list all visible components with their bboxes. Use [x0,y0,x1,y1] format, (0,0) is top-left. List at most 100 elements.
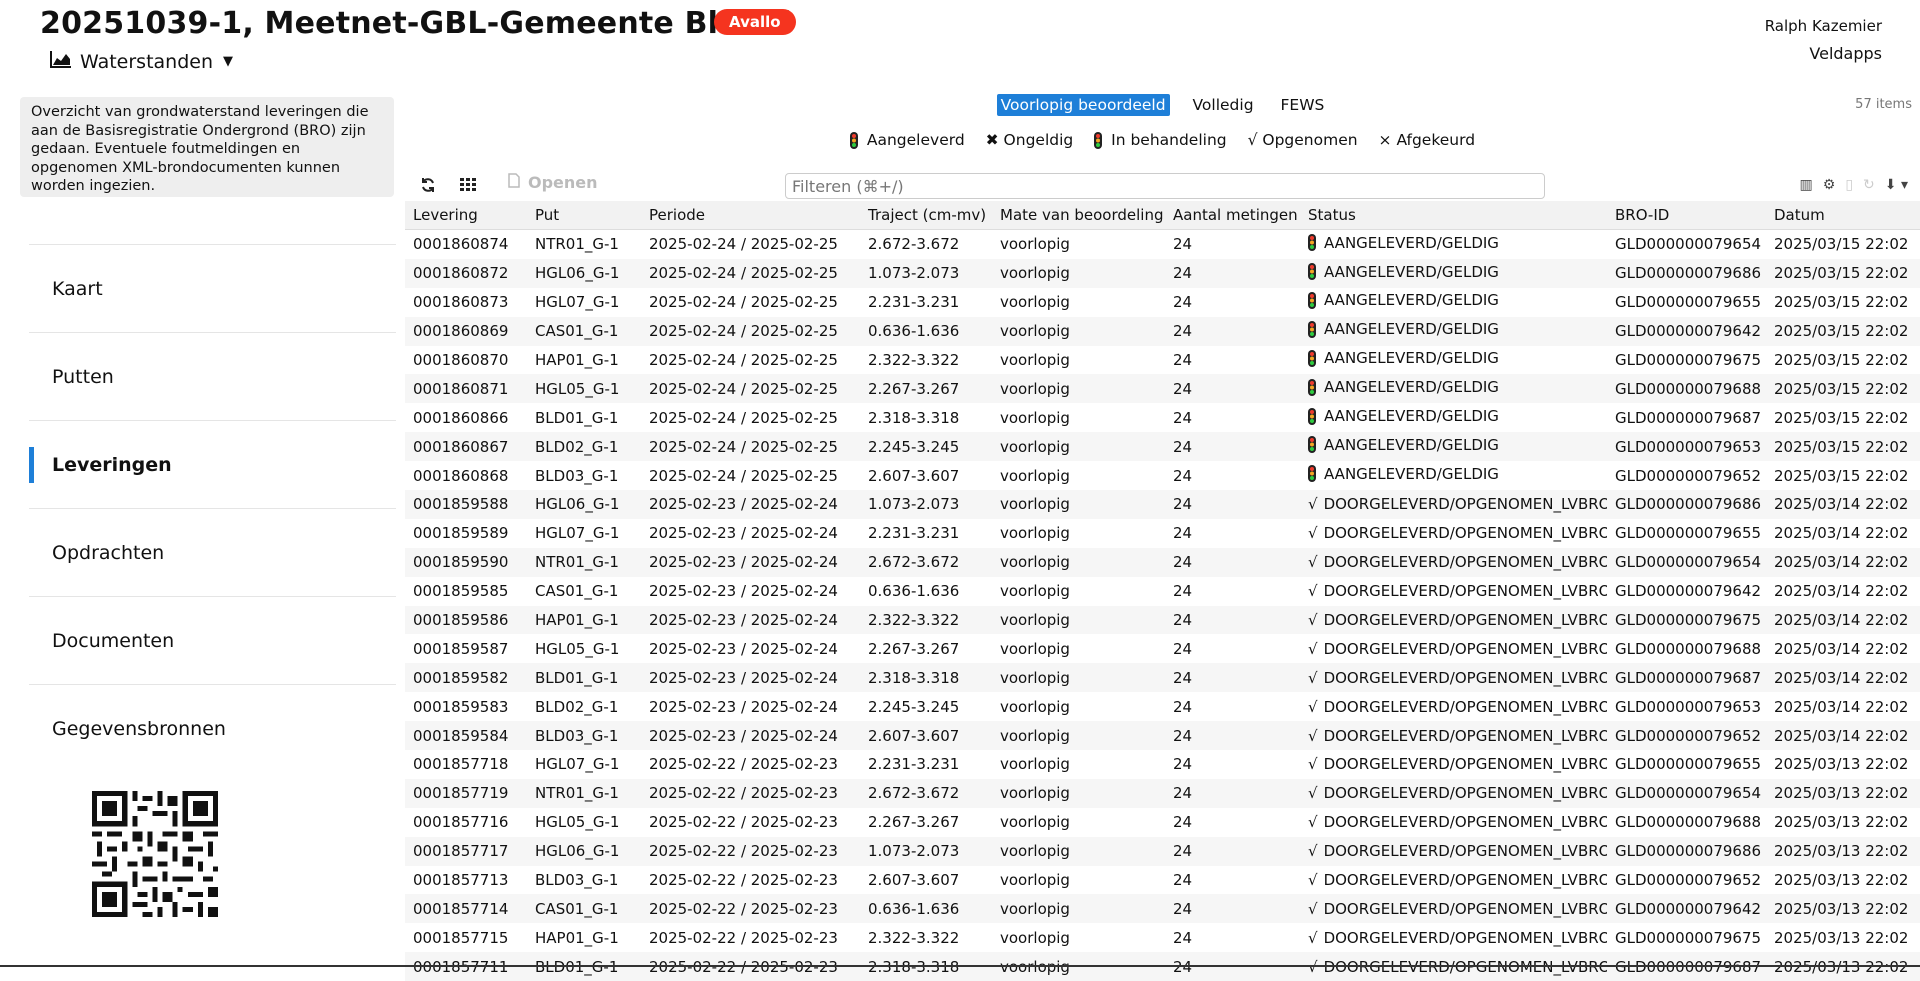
main-panel: Voorlopig beoordeeld Volledig FEWS 57 it… [405,90,1920,981]
open-button[interactable]: Openen [508,173,598,192]
sidebar-item-gegevensbronnen[interactable]: Gegevensbronnen [29,684,396,772]
table-row[interactable]: 0001860870 HAP01_G-1 2025-02-24 / 2025-02-… [405,346,1920,375]
column-header[interactable]: Status [1300,201,1607,230]
table-row[interactable]: 0001857713 BLD03_G-1 2025-02-22 / 2025-02-… [405,866,1920,895]
sidebar-item-putten[interactable]: Putten [29,332,396,420]
table-cell: 24 [1173,871,1193,890]
table-row[interactable]: 0001859588 HGL06_G-1 2025-02-23 / 2025-02-… [405,490,1920,519]
table-row[interactable]: 0001857716 HGL05_G-1 2025-02-22 / 2025-02-… [405,808,1920,837]
table-cell: voorlopig [992,547,1165,577]
table-cell: voorlopig [1000,408,1070,427]
table-row[interactable]: 0001860868 BLD03_G-1 2025-02-24 / 2025-02-… [405,461,1920,490]
table-cell: GLD000000079652 [1607,721,1766,751]
status-cell: AANGELEVERD/GELDIG [1308,465,1499,483]
table-cell: √ DOORGELEVERD/OPGENOMEN_LVBRO [1300,692,1607,721]
check-icon: √ [1308,611,1318,630]
table-row[interactable]: 0001860866 BLD01_G-1 2025-02-24 / 2025-02-… [405,403,1920,432]
tab-volledig[interactable]: Volledig [1189,94,1258,116]
table-cell: 0001859587 [413,639,509,658]
status-text: DOORGELEVERD/OPGENOMEN_LVBRO [1323,611,1607,630]
filter-input[interactable] [785,173,1545,199]
item-count: 57 items [1855,97,1912,112]
table-cell: 24 [1173,697,1193,716]
table-cell: CAS01_G-1 [527,894,641,924]
sidebar-item-documenten[interactable]: Documenten [29,596,396,684]
table-row[interactable]: 0001859582 BLD01_G-1 2025-02-23 / 2025-02-… [405,663,1920,693]
table-cell: 24 [1165,663,1300,693]
user-panel[interactable]: Ralph Kazemier Veldapps [1765,17,1882,63]
table-row[interactable]: 0001860867 BLD02_G-1 2025-02-24 / 2025-02-… [405,432,1920,462]
column-header[interactable]: BRO-ID [1607,201,1766,230]
status-tabs: Voorlopig beoordeeld Volledig FEWS [405,94,1920,116]
status-text: DOORGELEVERD/OPGENOMEN_LVBRO [1323,495,1607,514]
table-row[interactable]: 0001859585 CAS01_G-1 2025-02-23 / 2025-02-… [405,577,1920,606]
view-dropdown[interactable]: Waterstanden ▼ [50,50,233,73]
table-row[interactable]: 0001857718 HGL07_G-1 2025-02-22 / 2025-02-… [405,750,1920,779]
sync-icon[interactable]: ↻ [1863,177,1875,193]
table-row[interactable]: 0001860873 HGL07_G-1 2025-02-24 / 2025-02-… [405,288,1920,317]
status-cell: √ DOORGELEVERD/OPGENOMEN_LVBRO [1308,784,1607,802]
download-icon[interactable]: ⬇ ▾ [1885,177,1908,193]
table-cell: HGL05_G-1 [535,813,620,832]
table-cell: 2.607-3.607 [860,721,992,751]
sidebar-item-opdrachten[interactable]: Opdrachten [29,508,396,596]
column-header[interactable]: Aantal metingen [1165,201,1300,230]
table-row[interactable]: 0001860874 NTR01_G-1 2025-02-24 / 2025-02-… [405,230,1920,259]
table-row[interactable]: 0001857719 NTR01_G-1 2025-02-22 / 2025-02-… [405,778,1920,808]
table-cell: 24 [1173,928,1193,947]
column-header[interactable]: Traject (cm-mv) [860,201,992,230]
table-row[interactable]: 0001857715 HAP01_G-1 2025-02-22 / 2025-02-… [405,923,1920,952]
table-row[interactable]: 0001859587 HGL05_G-1 2025-02-23 / 2025-02-… [405,634,1920,663]
table-row[interactable]: 0001860871 HGL05_G-1 2025-02-24 / 2025-02-… [405,374,1920,404]
tab-voorlopig-beoordeeld[interactable]: Voorlopig beoordeeld [996,94,1170,116]
table-cell: voorlopig [1000,755,1070,774]
table-cell: AANGELEVERD/GELDIG [1300,258,1607,288]
table-cell: 0001857715 [413,928,509,947]
refresh-icon[interactable] [420,177,436,197]
column-header[interactable]: Periode [641,201,860,230]
table-row[interactable]: 0001860869 CAS01_G-1 2025-02-24 / 2025-02-… [405,316,1920,346]
table-cell: 0001860873 [413,293,509,312]
legend-aangeleverd: Aangeleverd [849,131,965,149]
table-cell: GLD000000079655 [1615,755,1762,774]
table-row[interactable]: 0001859586 HAP01_G-1 2025-02-23 / 2025-02-… [405,605,1920,635]
table-cell: √ DOORGELEVERD/OPGENOMEN_LVBRO [1300,778,1607,808]
table-cell: √ DOORGELEVERD/OPGENOMEN_LVBRO [1300,577,1607,606]
table-cell: BLD02_G-1 [527,432,641,462]
table-cell: 0001857719 [405,778,527,808]
column-header[interactable]: Levering [405,201,527,230]
status-cell: √ DOORGELEVERD/OPGENOMEN_LVBRO [1308,669,1607,687]
table-row[interactable]: 0001859590 NTR01_G-1 2025-02-23 / 2025-02-… [405,547,1920,577]
table-cell: 0001860871 [405,374,527,404]
table-row[interactable]: 0001857714 CAS01_G-1 2025-02-22 / 2025-02-… [405,894,1920,924]
status-text: DOORGELEVERD/OPGENOMEN_LVBRO [1323,639,1607,658]
table-cell: √ DOORGELEVERD/OPGENOMEN_LVBRO [1300,808,1607,837]
table-row[interactable]: 0001859589 HGL07_G-1 2025-02-23 / 2025-02-… [405,519,1920,548]
status-cell: AANGELEVERD/GELDIG [1308,263,1499,281]
export-icon[interactable]: ▥ [1800,177,1813,193]
check-icon: √ [1308,553,1318,572]
table-cell: 0.636-1.636 [860,894,992,924]
table-row[interactable]: 0001859584 BLD03_G-1 2025-02-23 / 2025-02-… [405,721,1920,751]
status-text: DOORGELEVERD/OPGENOMEN_LVBRO [1323,726,1607,745]
tab-fews[interactable]: FEWS [1276,94,1328,116]
table-row[interactable]: 0001859583 BLD02_G-1 2025-02-23 / 2025-02-… [405,692,1920,721]
sidebar-item-leveringen[interactable]: Leveringen [29,420,396,508]
gear-icon[interactable]: ⚙ [1823,177,1836,193]
table-cell: voorlopig [992,894,1165,924]
column-header[interactable]: Mate van beoordeling [992,201,1165,230]
table-cell: GLD000000079686 [1607,258,1766,288]
table-row[interactable]: 0001860872 HGL06_G-1 2025-02-24 / 2025-02-… [405,258,1920,288]
column-header[interactable]: Put [527,201,641,230]
sidebar-item-kaart[interactable]: Kaart [29,244,396,332]
status-text: DOORGELEVERD/OPGENOMEN_LVBRO [1323,697,1607,716]
copy-icon[interactable]: ▯ [1845,177,1853,193]
grid-icon[interactable] [460,177,476,196]
table-cell: 2025/03/15 22:02 [1774,408,1909,427]
table-cell: 24 [1173,582,1193,601]
table-row[interactable]: 0001857717 HGL06_G-1 2025-02-22 / 2025-02-… [405,836,1920,866]
table-cell: 2025/03/14 22:02 [1766,547,1920,577]
column-header[interactable]: Datum [1766,201,1920,230]
table-cell: √ DOORGELEVERD/OPGENOMEN_LVBRO [1300,750,1607,779]
status-text: DOORGELEVERD/OPGENOMEN_LVBRO [1323,784,1607,803]
